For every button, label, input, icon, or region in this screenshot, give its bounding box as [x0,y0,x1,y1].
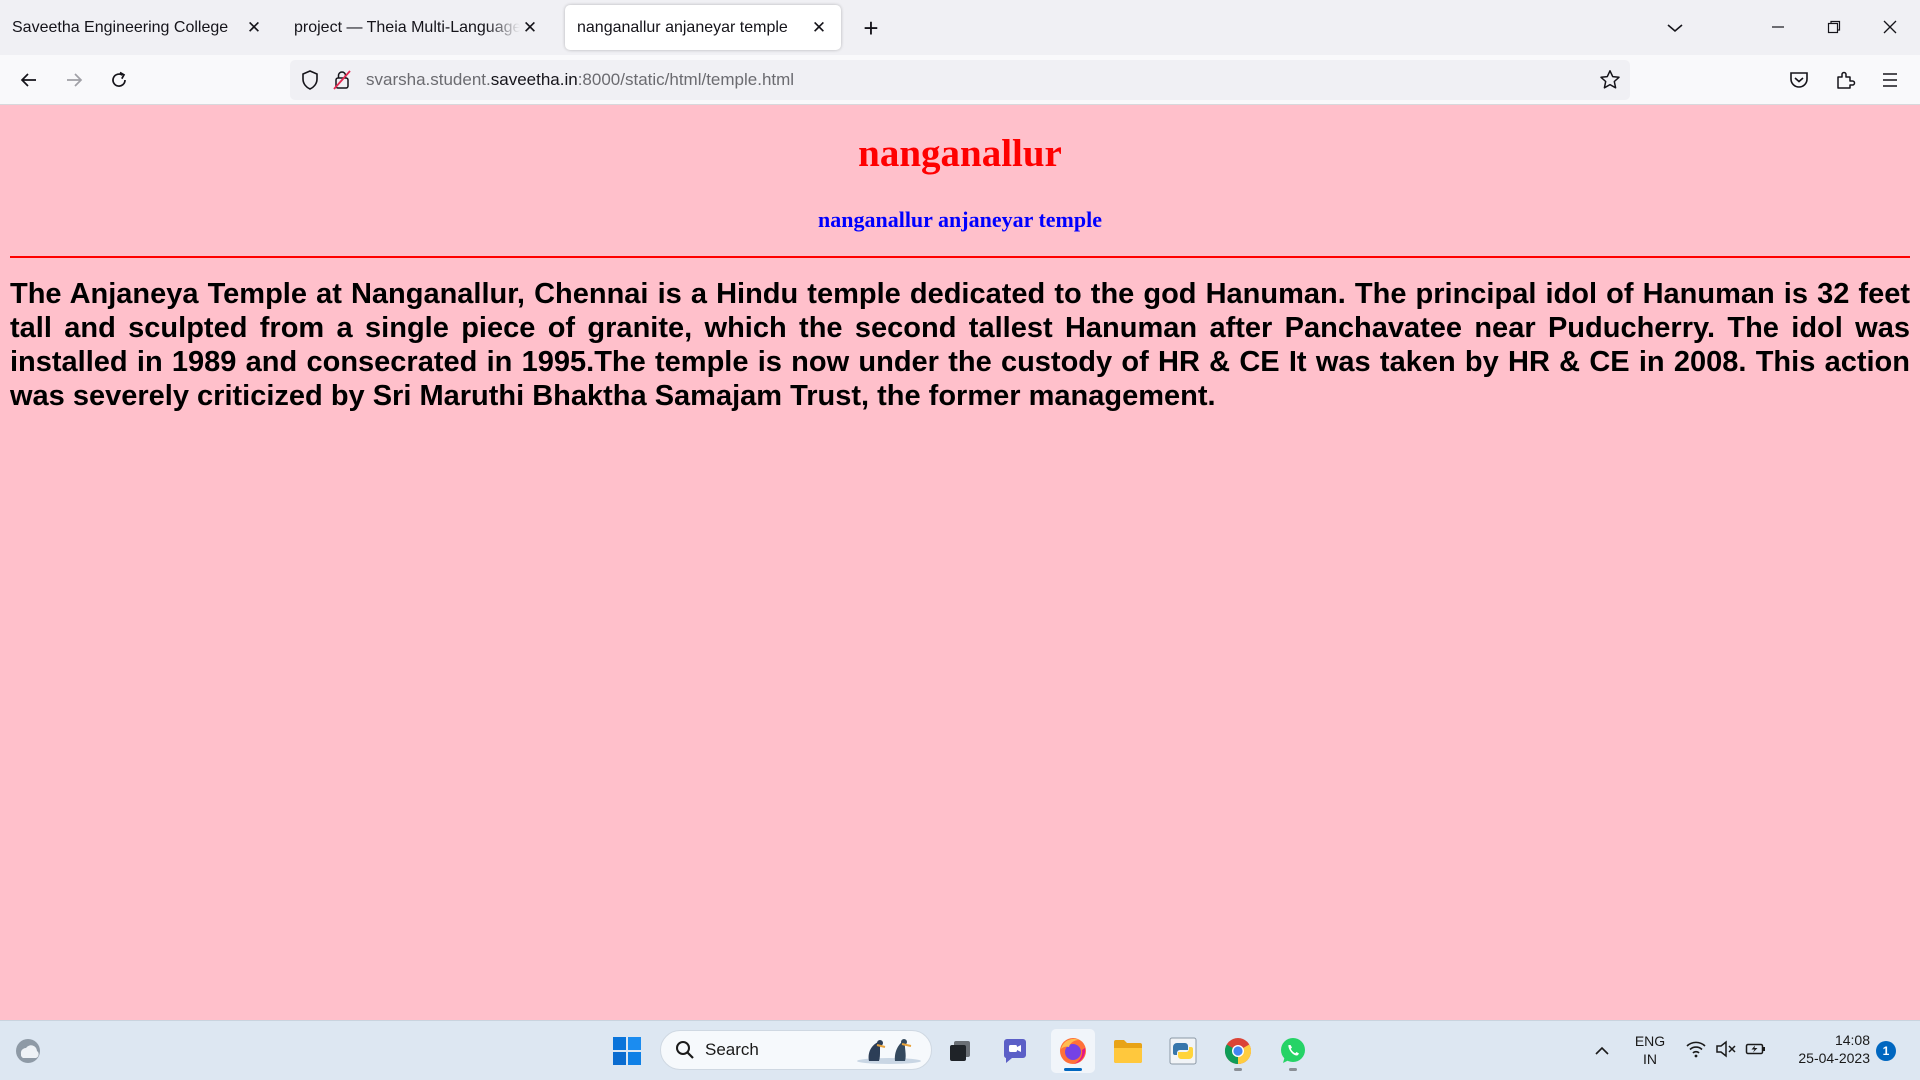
clock-time: 14:08 [1834,1032,1870,1048]
running-indicator [1234,1068,1242,1071]
forward-arrow-icon[interactable] [58,64,90,96]
restore-icon[interactable] [1806,8,1862,46]
page-subheading: nanganallur anjaneyar temple [818,207,1102,232]
url-text[interactable]: svarsha.student.saveetha.in:8000/static/… [366,60,794,100]
web-page: nanganallur nanganallur anjaneyar temple… [0,105,1920,1020]
windows-start-icon[interactable] [605,1029,649,1073]
taskbar-search-box[interactable]: Search [660,1030,932,1070]
back-arrow-icon[interactable] [13,64,45,96]
close-window-icon[interactable] [1862,8,1918,46]
file-explorer-icon[interactable] [1106,1029,1150,1073]
running-indicator [1289,1068,1297,1071]
list-all-tabs-chevron-icon[interactable] [1655,12,1695,44]
weather-icon[interactable] [6,1029,50,1073]
address-bar[interactable]: svarsha.student.saveetha.in:8000/static/… [290,60,1630,100]
tab-close-icon[interactable]: ✕ [244,18,264,38]
bookmark-star-icon[interactable] [1598,68,1622,97]
keyboard-region: IN [1643,1051,1657,1067]
tab-temple-active[interactable]: nanganallur anjaneyar temple ✕ [565,5,841,50]
wifi-icon [1685,1040,1707,1063]
tab-theia-project[interactable]: project — Theia Multi-Language Explorer … [282,5,552,50]
show-hidden-icons-chevron-icon[interactable] [1580,1029,1624,1073]
url-domain: saveetha.in [490,70,578,89]
language-indicator[interactable]: ENG IN [1628,1032,1672,1068]
tab-close-icon[interactable]: ✕ [809,18,829,38]
extensions-puzzle-icon[interactable] [1829,64,1861,96]
running-indicator [1064,1068,1082,1071]
tab-title: project — Theia Multi-Language Explorer [294,18,520,36]
tab-strip: Saveetha Engineering College ✕ project —… [0,0,1920,55]
new-tab-plus-icon[interactable]: + [855,12,887,44]
python-idle-icon[interactable] [1161,1029,1205,1073]
tab-title: Saveetha Engineering College [12,18,229,36]
reload-icon[interactable] [103,64,135,96]
url-prefix: svarsha.student. [366,70,491,89]
task-view-icon[interactable] [938,1029,982,1073]
tab-title: nanganallur anjaneyar temple [577,18,788,36]
search-label: Search [705,1040,759,1059]
navigation-toolbar: svarsha.student.saveetha.in:8000/static/… [0,55,1920,105]
url-path: :8000/static/html/temple.html [577,70,795,89]
clock-date: 25-04-2023 [1798,1050,1870,1066]
taskbar: Search ENG IN 14:08 25-04-2023 1 [0,1020,1920,1080]
notification-badge[interactable]: 1 [1876,1041,1896,1061]
insecure-lock-icon[interactable] [332,69,352,96]
volume-muted-icon [1715,1039,1737,1063]
page-heading: nanganallur [858,132,1062,175]
language-code: ENG [1634,1033,1666,1049]
pocket-icon[interactable] [1783,64,1815,96]
firefox-icon[interactable] [1051,1029,1095,1073]
system-tray-quick-settings[interactable] [1676,1029,1776,1073]
tracking-protection-shield-icon[interactable] [300,69,320,96]
temple-description-paragraph: The Anjaneya Temple at Nanganallur, Chen… [10,278,1910,412]
horizontal-rule [10,256,1910,258]
search-icon [675,1040,695,1065]
chrome-icon[interactable] [1216,1029,1260,1073]
clock[interactable]: 14:08 25-04-2023 [1780,1031,1870,1067]
tab-saveetha[interactable]: Saveetha Engineering College ✕ [0,5,276,50]
search-highlight-penguins-icon [855,1035,923,1070]
minimize-icon[interactable] [1750,8,1806,46]
app-menu-hamburger-icon[interactable] [1874,64,1906,96]
tab-close-icon[interactable]: ✕ [520,18,540,38]
whatsapp-icon[interactable] [1271,1029,1315,1073]
teams-chat-icon[interactable] [993,1029,1037,1073]
battery-charging-icon [1745,1040,1767,1063]
